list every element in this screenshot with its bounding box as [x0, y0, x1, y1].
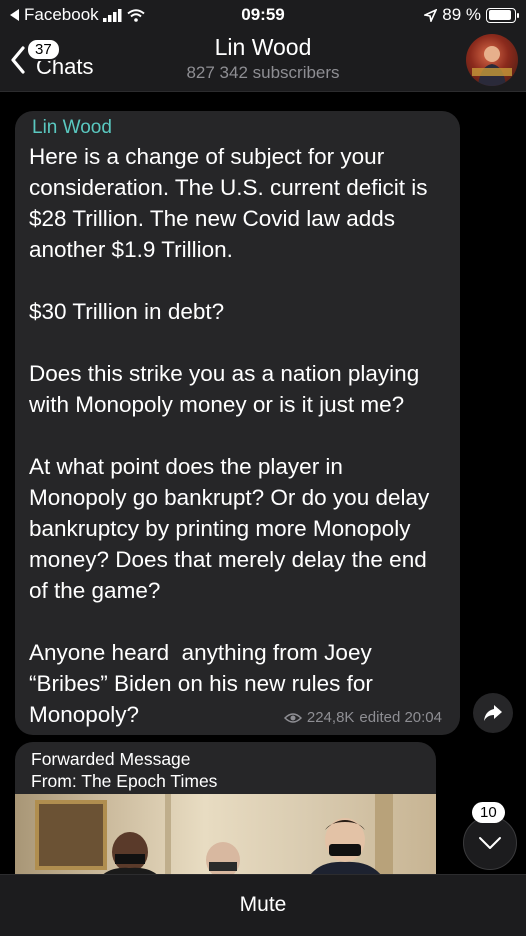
avatar-portrait-icon: [472, 46, 512, 86]
forwarded-photo[interactable]: [15, 794, 436, 874]
battery-level: [488, 10, 511, 20]
status-bar: Facebook 09:59 89 %: [0, 0, 526, 30]
views-eye-icon: [283, 712, 302, 723]
sender-name[interactable]: Lin Wood: [32, 117, 446, 139]
mute-button[interactable]: Mute: [0, 893, 526, 917]
nav-bar: Chats 37 Lin Wood 827 342 subscribers: [0, 30, 526, 92]
message-bubble[interactable]: Lin Wood Here is a change of subject for…: [15, 111, 460, 735]
edited-time: edited 20:04: [359, 709, 442, 726]
channel-avatar[interactable]: [466, 34, 518, 86]
scroll-down-button[interactable]: [463, 816, 517, 870]
unread-count-badge: 10: [472, 802, 505, 823]
share-arrow-icon: [484, 705, 502, 721]
forwarded-from-prefix: From:: [31, 771, 82, 791]
forwarded-from[interactable]: From: The Epoch Times: [31, 770, 420, 792]
view-count: 224,8K: [306, 709, 355, 726]
share-button[interactable]: [473, 693, 513, 733]
chevron-down-icon: [479, 837, 501, 849]
bottom-bar: Mute: [0, 874, 526, 936]
battery-icon: [486, 7, 519, 23]
message-list[interactable]: Lin Wood Here is a change of subject for…: [0, 92, 526, 874]
battery-percent: 89 %: [442, 5, 481, 24]
message-meta: 224,8K edited 20:04: [283, 709, 442, 726]
forwarded-source-name[interactable]: The Epoch Times: [81, 771, 217, 791]
subscriber-count: 827 342 subscribers: [186, 63, 340, 82]
channel-title[interactable]: Lin Wood: [0, 34, 526, 61]
photo-people: [103, 794, 393, 874]
message-text: Here is a change of subject for your con…: [29, 144, 430, 727]
forwarded-label: Forwarded Message: [31, 749, 191, 769]
location-arrow-icon: [424, 8, 438, 22]
forwarded-message[interactable]: Forwarded Message From: The Epoch Times: [15, 742, 436, 874]
